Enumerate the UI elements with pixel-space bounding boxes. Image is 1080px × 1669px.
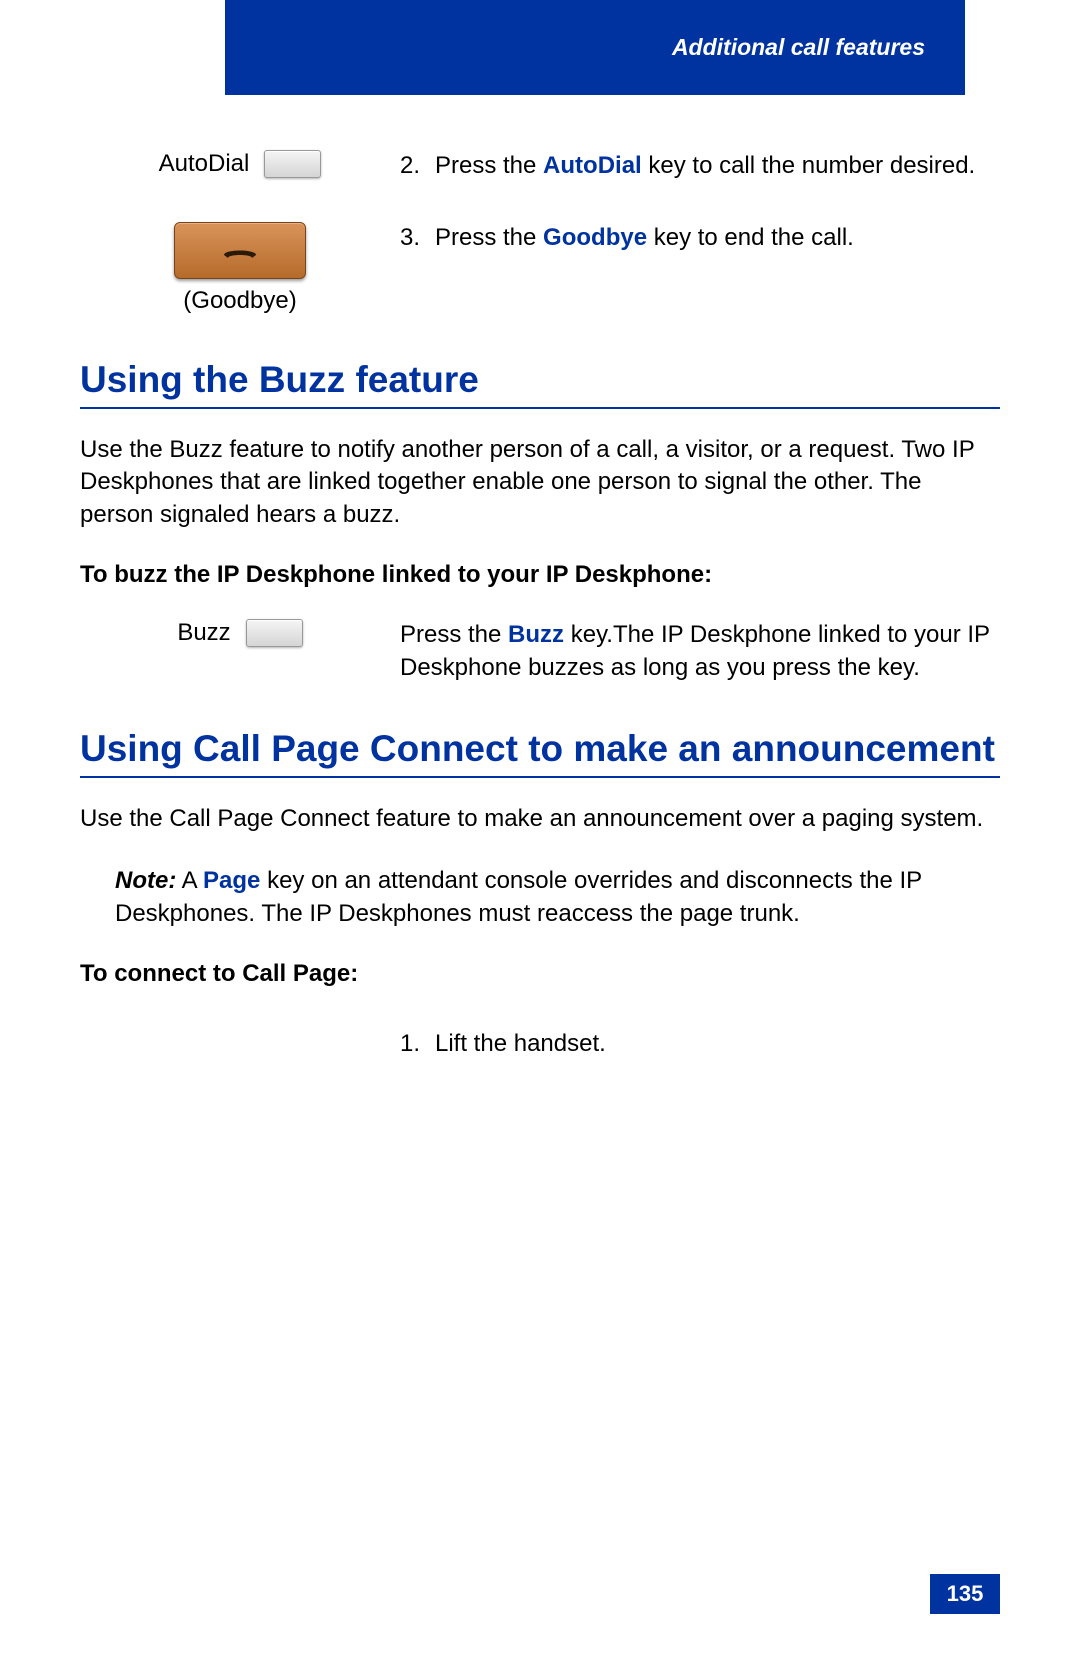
header-bar: Additional call features xyxy=(225,0,965,95)
instruction-lift-handset: 1. Lift the handset. xyxy=(400,1028,1000,1060)
text-fragment: Press the xyxy=(435,152,543,179)
buzz-intro-text: Use the Buzz feature to notify another p… xyxy=(80,434,1000,531)
instruction-goodbye: 3. Press the Goodbye key to end the call… xyxy=(400,222,1000,254)
step-row-buzz: Buzz Press the Buzz key.The IP Deskphone… xyxy=(80,619,1000,684)
step-text: Press the AutoDial key to call the numbe… xyxy=(435,150,1000,182)
text-fragment: key to end the call. xyxy=(647,224,854,251)
softkey-button-icon xyxy=(264,150,321,178)
handset-icon xyxy=(220,241,260,261)
page-content: AutoDial 2. Press the AutoDial key to ca… xyxy=(80,150,1000,1100)
autodial-label: AutoDial xyxy=(159,150,250,178)
page-number-badge: 135 xyxy=(930,1574,1000,1614)
step-number: 1. xyxy=(400,1028,435,1060)
note-block: Note: A Page key on an attendant console… xyxy=(115,865,1000,930)
callpage-intro-text: Use the Call Page Connect feature to mak… xyxy=(80,803,1000,835)
step-number: 3. xyxy=(400,222,435,254)
header-title: Additional call features xyxy=(672,34,925,61)
step-row-autodial: AutoDial 2. Press the AutoDial key to ca… xyxy=(80,150,1000,182)
goodbye-label: (Goodbye) xyxy=(183,287,296,315)
text-fragment: Press the xyxy=(400,621,508,648)
key-column-buzz: Buzz xyxy=(80,619,400,647)
text-fragment: key to call the number desired. xyxy=(642,152,976,179)
buzz-key-label: Buzz xyxy=(177,619,230,647)
text-fragment: A xyxy=(176,867,203,894)
step-row-lift-handset: 1. Lift the handset. xyxy=(80,1028,1000,1060)
page-number: 135 xyxy=(947,1581,984,1607)
callpage-subhead: To connect to Call Page: xyxy=(80,960,1000,988)
instruction-buzz: Press the Buzz key.The IP Deskphone link… xyxy=(400,619,1000,684)
keyword-page: Page xyxy=(203,867,260,894)
keyword-buzz: Buzz xyxy=(508,621,564,648)
step-text: Press the Goodbye key to end the call. xyxy=(435,222,1000,254)
keyword-goodbye: Goodbye xyxy=(543,224,647,251)
key-column-goodbye: (Goodbye) xyxy=(80,222,400,315)
note-label: Note: xyxy=(115,867,176,894)
step-text: Lift the handset. xyxy=(435,1028,1000,1060)
key-column-autodial: AutoDial xyxy=(80,150,400,178)
goodbye-button-icon xyxy=(174,222,306,279)
instruction-autodial: 2. Press the AutoDial key to call the nu… xyxy=(400,150,1000,182)
section-rule xyxy=(80,776,1000,778)
section-rule xyxy=(80,407,1000,409)
step-number: 2. xyxy=(400,150,435,182)
step-text: Press the Buzz key.The IP Deskphone link… xyxy=(400,619,1000,684)
section-heading-buzz: Using the Buzz feature xyxy=(80,360,1000,401)
softkey-button-icon xyxy=(246,619,303,647)
section-heading-callpage: Using Call Page Connect to make an annou… xyxy=(80,729,1000,770)
keyword-autodial: AutoDial xyxy=(543,152,642,179)
step-row-goodbye: (Goodbye) 3. Press the Goodbye key to en… xyxy=(80,222,1000,315)
buzz-subhead: To buzz the IP Deskphone linked to your … xyxy=(80,561,1000,589)
text-fragment: Press the xyxy=(435,224,543,251)
